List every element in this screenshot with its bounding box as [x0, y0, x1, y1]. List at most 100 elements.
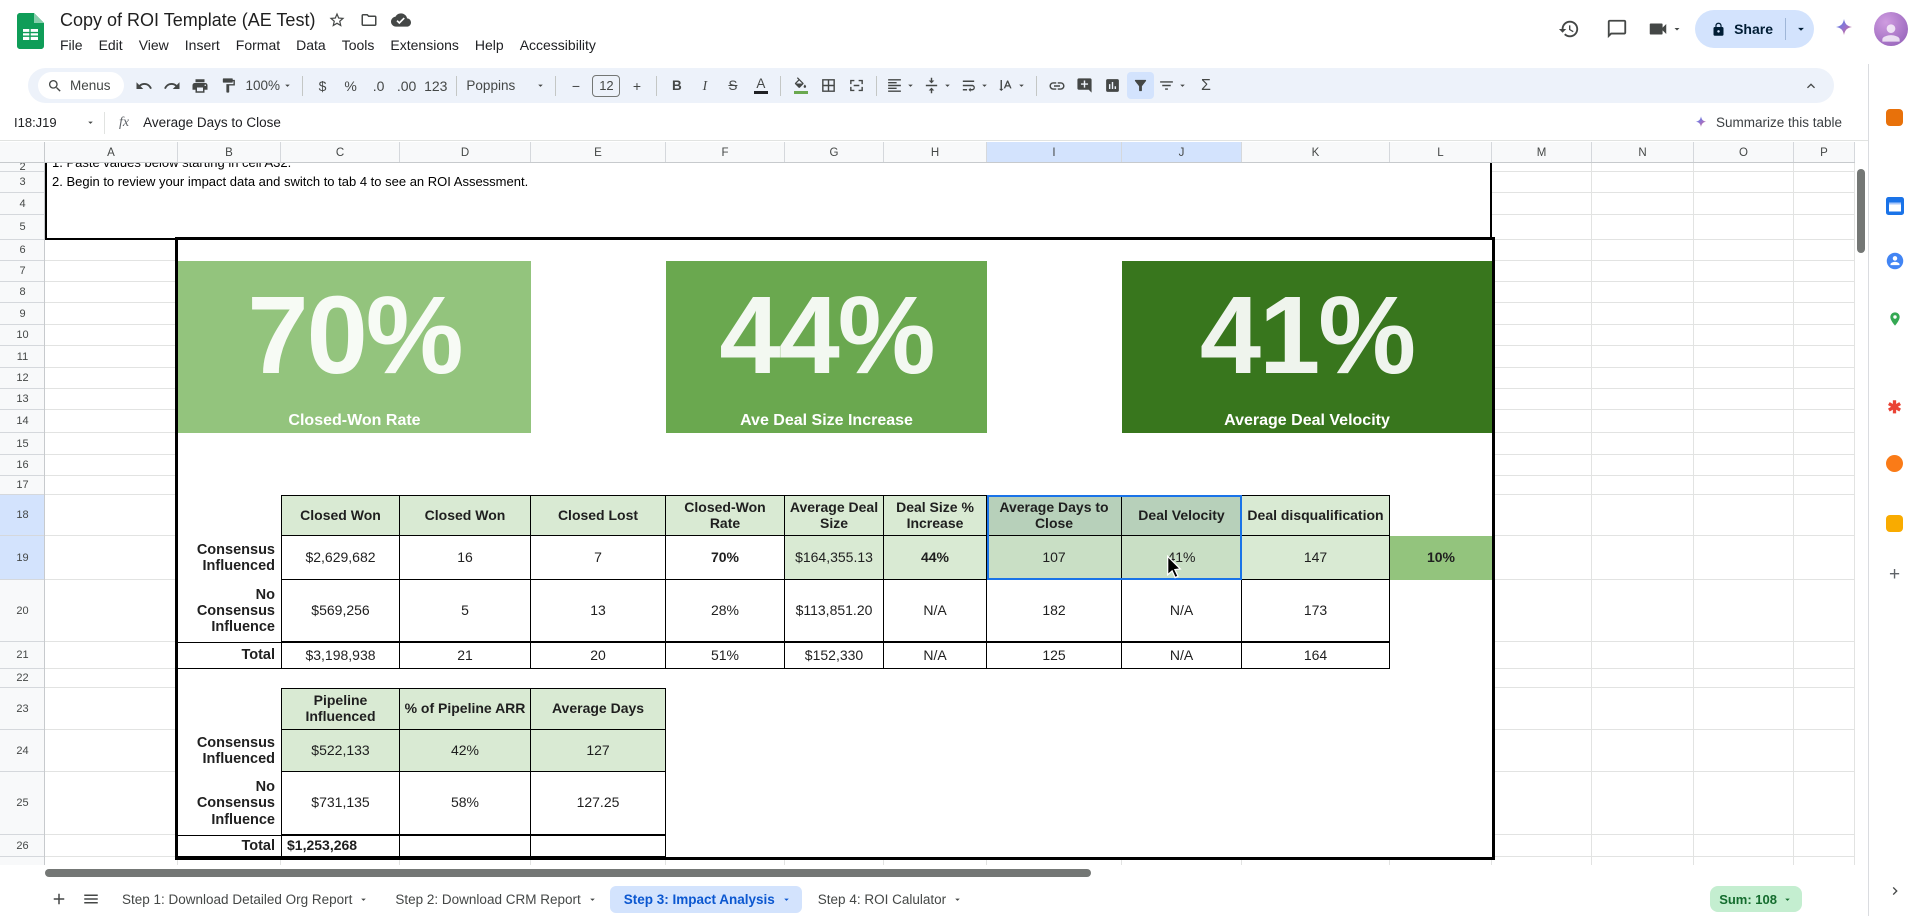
column-header-O[interactable]: O [1694, 142, 1794, 163]
row-header-7[interactable]: 7 [0, 261, 45, 282]
cell-K21[interactable]: 164 [1242, 642, 1390, 669]
insert-link-button[interactable] [1043, 72, 1070, 99]
cell-E25[interactable]: 127.25 [531, 772, 666, 835]
print-button[interactable] [187, 72, 214, 99]
cell-C23[interactable]: Pipeline Influenced [281, 688, 400, 730]
row-header-12[interactable]: 12 [0, 368, 45, 389]
cell-F21[interactable]: 51% [666, 642, 785, 669]
add-sheet-button[interactable] [44, 884, 74, 914]
row-header-15[interactable]: 15 [0, 433, 45, 455]
fill-color-button[interactable] [787, 72, 814, 99]
select-all-corner[interactable] [0, 142, 45, 163]
sheets-logo-icon[interactable] [17, 13, 44, 49]
row-header-19[interactable]: 19 [0, 536, 45, 580]
cell-H18[interactable]: Deal Size % Increase [884, 495, 987, 536]
cell-J21[interactable]: N/A [1122, 642, 1242, 669]
cell-L21[interactable] [1390, 642, 1492, 669]
menu-tools[interactable]: Tools [334, 34, 383, 56]
cell-G21[interactable]: $152,330 [785, 642, 884, 669]
row-header-9[interactable]: 9 [0, 303, 45, 325]
grid-canvas[interactable]: 1. Paste values below starting in cell A… [45, 163, 1855, 865]
calendar-icon[interactable] [1884, 195, 1906, 217]
cell-D21[interactable]: 21 [400, 642, 531, 669]
share-button[interactable]: Share [1695, 10, 1814, 48]
column-header-A[interactable]: A [45, 142, 178, 163]
name-box[interactable]: I18:J19 [0, 115, 104, 130]
cell-E24[interactable]: 127 [531, 730, 666, 772]
column-header-N[interactable]: N [1592, 142, 1694, 163]
column-header-I[interactable]: I [987, 142, 1122, 163]
cell-B21[interactable]: Total [178, 642, 281, 669]
comments-icon[interactable] [1599, 11, 1635, 47]
column-header-J[interactable]: J [1122, 142, 1242, 163]
row-header-8[interactable]: 8 [0, 282, 45, 303]
menu-data[interactable]: Data [288, 34, 334, 56]
cell-H20[interactable]: N/A [884, 580, 987, 642]
row-header-26[interactable]: 26 [0, 835, 45, 857]
sheet-tab-step2[interactable]: Step 2: Download CRM Report [381, 886, 607, 913]
cell-F18[interactable]: Closed-Won Rate [666, 495, 785, 536]
format-currency-button[interactable]: $ [309, 72, 336, 99]
cell-C24[interactable]: $522,133 [281, 730, 400, 772]
cell-J20[interactable]: N/A [1122, 580, 1242, 642]
cell-J19[interactable]: 41% [1122, 536, 1242, 580]
kpi-closed-won-rate[interactable]: 70% Closed-Won Rate [178, 261, 531, 433]
cell-D23[interactable]: % of Pipeline ARR [400, 688, 531, 730]
cell-E21[interactable]: 20 [531, 642, 666, 669]
filter-views-button[interactable] [1155, 72, 1191, 99]
menu-accessibility[interactable]: Accessibility [512, 34, 604, 56]
cell-E19[interactable]: 7 [531, 536, 666, 580]
row-header-22[interactable]: 22 [0, 669, 45, 688]
cell-K20[interactable]: 173 [1242, 580, 1390, 642]
cell-B20[interactable]: No Consensus Influence [178, 580, 281, 642]
borders-button[interactable] [815, 72, 842, 99]
cell-G20[interactable]: $113,851.20 [785, 580, 884, 642]
column-header-C[interactable]: C [281, 142, 400, 163]
cell-L18[interactable] [1390, 495, 1492, 536]
row-header-21[interactable]: 21 [0, 642, 45, 669]
column-header-P[interactable]: P [1794, 142, 1855, 163]
menu-help[interactable]: Help [467, 34, 512, 56]
orange-addon-icon[interactable] [1884, 452, 1906, 474]
text-rotation-button[interactable] [994, 72, 1030, 99]
cell-F19[interactable]: 70% [666, 536, 785, 580]
cell-E23[interactable]: Average Days [531, 688, 666, 730]
text-color-button[interactable]: A [747, 72, 774, 99]
increase-decimal-button[interactable]: .00 [393, 72, 420, 99]
menu-file[interactable]: File [52, 34, 91, 56]
cell-B18[interactable] [178, 495, 281, 536]
cell-G18[interactable]: Average Deal Size [785, 495, 884, 536]
selection-stats-chip[interactable]: Sum: 108 [1710, 886, 1802, 912]
sheet-tab-step4[interactable]: Step 4: ROI Calulator [804, 886, 973, 913]
more-formats-button[interactable]: 123 [421, 72, 450, 99]
cell-D26[interactable] [400, 835, 531, 857]
functions-button[interactable]: Σ [1192, 72, 1219, 99]
version-history-icon[interactable] [1551, 11, 1587, 47]
row-header-18[interactable]: 18 [0, 495, 45, 536]
summarize-table-button[interactable]: Summarize this table [1693, 115, 1842, 131]
cell-K18[interactable]: Deal disqualification [1242, 495, 1390, 536]
maps-icon[interactable] [1884, 308, 1906, 330]
cell-B24[interactable]: Consensus Influenced [178, 730, 281, 772]
row-header-14[interactable]: 14 [0, 410, 45, 433]
column-header-E[interactable]: E [531, 142, 666, 163]
kpi-ave-deal-size-increase[interactable]: 44% Ave Deal Size Increase [666, 261, 987, 433]
cell-B19[interactable]: Consensus Influenced [178, 536, 281, 580]
insert-comment-button[interactable] [1071, 72, 1098, 99]
row-header-20[interactable]: 20 [0, 580, 45, 642]
asterisk-addon-icon[interactable]: ✱ [1884, 397, 1906, 419]
column-header-G[interactable]: G [785, 142, 884, 163]
strikethrough-button[interactable]: S [719, 72, 746, 99]
meet-video-icon[interactable] [1647, 11, 1683, 47]
star-icon[interactable] [327, 10, 347, 30]
menu-insert[interactable]: Insert [177, 34, 228, 56]
cell-L20[interactable] [1390, 580, 1492, 642]
cell-A3-instruction[interactable]: 2. Begin to review your impact data and … [52, 174, 528, 189]
column-header-K[interactable]: K [1242, 142, 1390, 163]
column-header-F[interactable]: F [666, 142, 785, 163]
cell-D19[interactable]: 16 [400, 536, 531, 580]
row-header-17[interactable]: 17 [0, 476, 45, 495]
cell-C18[interactable]: Closed Won [281, 495, 400, 536]
row-header-10[interactable]: 10 [0, 325, 45, 346]
horizontal-align-button[interactable] [883, 72, 919, 99]
